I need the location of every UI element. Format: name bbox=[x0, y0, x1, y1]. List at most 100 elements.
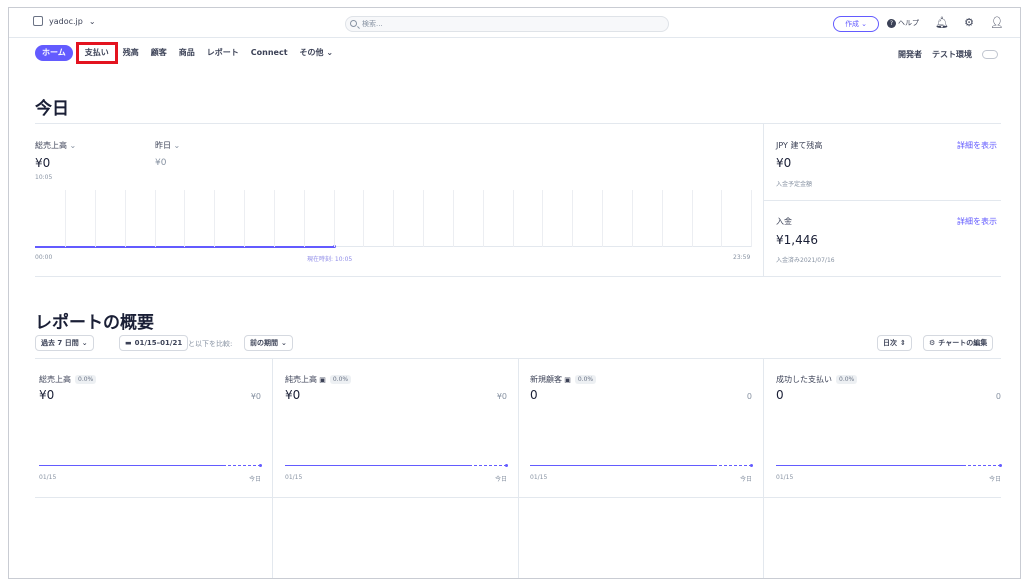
gear-icon[interactable]: ⚙ bbox=[963, 17, 975, 29]
range-select[interactable]: 過去 7 日間 ⌄ bbox=[35, 335, 94, 351]
card-start-date: 01/15 bbox=[776, 474, 794, 481]
divider bbox=[35, 276, 1001, 277]
interval-label: 日次 bbox=[883, 339, 897, 347]
chevron-down-icon: ⌄ bbox=[81, 339, 88, 347]
nav-home[interactable]: ホーム bbox=[35, 45, 73, 61]
nav-payments[interactable]: 支払い bbox=[75, 42, 118, 64]
nav-connect[interactable]: Connect bbox=[245, 45, 294, 61]
card-label-text: 総売上高 bbox=[39, 375, 71, 384]
payout-label: 入金 bbox=[776, 217, 792, 226]
card-label[interactable]: 総売上高 0.0% bbox=[39, 374, 97, 385]
gridline bbox=[692, 190, 693, 247]
card-label[interactable]: 成功した支払い 0.0% bbox=[776, 374, 858, 385]
user-icon[interactable]: 👤︎ bbox=[990, 17, 1004, 29]
change-chip: 0.0% bbox=[75, 375, 97, 384]
card-series-projection bbox=[714, 465, 752, 466]
main-nav: ホーム 支払い 残高 顧客 商品 レポート Connect その他 ⌄ 開発者 … bbox=[9, 39, 1020, 67]
card-start-date: 01/15 bbox=[285, 474, 303, 481]
yesterday-selector[interactable]: 昨日 ⌄ bbox=[155, 140, 180, 151]
card-series-line bbox=[530, 465, 714, 466]
card-series-end-point bbox=[999, 464, 1002, 467]
balance-details-link[interactable]: 詳細を表示 bbox=[957, 140, 997, 151]
card-series-projection bbox=[963, 465, 1001, 466]
gridline bbox=[334, 190, 335, 247]
yesterday-label: 昨日 bbox=[155, 141, 171, 150]
info-icon: ▣ bbox=[562, 376, 571, 384]
compare-label: 前の期間 bbox=[250, 339, 278, 347]
help-label: ヘルプ bbox=[898, 19, 919, 27]
gridline bbox=[393, 190, 394, 247]
card-series-projection bbox=[469, 465, 507, 466]
chevron-down-icon: ⌄ bbox=[88, 16, 96, 26]
card-value: 0 bbox=[530, 388, 538, 402]
range-label: 過去 7 日間 bbox=[41, 339, 79, 347]
gridline bbox=[662, 190, 663, 247]
developers-link[interactable]: 開発者 bbox=[898, 49, 922, 60]
card-value: ¥0 bbox=[39, 388, 55, 402]
gridline bbox=[513, 190, 514, 247]
divider bbox=[764, 200, 1001, 201]
gridline bbox=[244, 190, 245, 247]
gridline bbox=[95, 190, 96, 247]
nav-products[interactable]: 商品 bbox=[173, 45, 201, 61]
card-series-end-point bbox=[750, 464, 753, 467]
nav-balances[interactable]: 残高 bbox=[117, 45, 145, 61]
change-chip: 0.0% bbox=[836, 375, 858, 384]
card-value: ¥0 bbox=[285, 388, 301, 402]
axis-now: 現在時刻: 10:05 bbox=[307, 256, 353, 263]
test-mode-toggle[interactable] bbox=[982, 50, 998, 59]
interval-select[interactable]: 日次 ⇕ bbox=[877, 335, 912, 351]
gross-volume-selector[interactable]: 総売上高 ⌄ bbox=[35, 140, 76, 151]
gridline bbox=[572, 190, 573, 247]
search-input[interactable]: 検索... bbox=[345, 16, 669, 32]
bell-icon[interactable]: 🔔︎ bbox=[935, 17, 949, 29]
gridline bbox=[751, 190, 752, 247]
card-end-date: 今日 bbox=[495, 476, 508, 483]
compare-select[interactable]: 前の期間 ⌄ bbox=[244, 335, 293, 351]
axis-start: 00:00 bbox=[35, 254, 53, 261]
card-label[interactable]: 新規顧客 ▣ 0.0% bbox=[530, 374, 597, 385]
gridline bbox=[304, 190, 305, 247]
card-start-date: 01/15 bbox=[39, 474, 57, 481]
card-series-end-point bbox=[505, 464, 508, 467]
date-range-button[interactable]: ▬ 01/15–01/21 bbox=[119, 335, 189, 351]
gross-volume-label: 総売上高 bbox=[35, 141, 67, 150]
chevron-down-icon: ⌄ bbox=[326, 48, 334, 57]
create-button[interactable]: 作成 ⌄ bbox=[833, 16, 879, 32]
account-switcher[interactable]: yadoc.jp ⌄ bbox=[33, 16, 96, 26]
help-icon: ? bbox=[887, 18, 896, 28]
card-start-date: 01/15 bbox=[530, 474, 548, 481]
test-mode-label: テスト環境 bbox=[932, 50, 972, 59]
nav-more[interactable]: その他 ⌄ bbox=[294, 45, 340, 61]
payout-subtext: 入金済み2021/07/16 bbox=[776, 257, 835, 264]
edit-charts-button[interactable]: ⚙ チャートの編集 bbox=[923, 335, 994, 351]
card-series-line bbox=[776, 465, 963, 466]
card-label[interactable]: 純売上高 ▣ 0.0% bbox=[285, 374, 352, 385]
calendar-icon: ▬ bbox=[125, 339, 132, 347]
gridline bbox=[483, 190, 484, 247]
card-previous-value: ¥0 bbox=[496, 392, 507, 401]
help-button[interactable]: ? ヘルプ bbox=[887, 18, 919, 28]
change-chip: 0.0% bbox=[329, 375, 352, 384]
app-window: yadoc.jp ⌄ 検索... 作成 ⌄ ? ヘルプ 🔔︎ ⚙ 👤︎ ホーム … bbox=[8, 7, 1021, 579]
gross-volume-time: 10:05 bbox=[35, 174, 53, 181]
gridline bbox=[721, 190, 722, 247]
account-name: yadoc.jp bbox=[49, 16, 83, 26]
chevron-down-icon: ⌄ bbox=[173, 141, 181, 150]
today-title: 今日 bbox=[35, 99, 69, 119]
gridline bbox=[65, 190, 66, 247]
divider bbox=[763, 359, 764, 578]
nav-customers[interactable]: 顧客 bbox=[145, 45, 173, 61]
card-end-date: 今日 bbox=[989, 476, 1002, 483]
card-previous-value: 0 bbox=[746, 392, 752, 401]
create-label: 作成 bbox=[845, 20, 860, 28]
nav-reports[interactable]: レポート bbox=[201, 45, 245, 61]
gridline bbox=[363, 190, 364, 247]
gridline bbox=[125, 190, 126, 247]
payout-details-link[interactable]: 詳細を表示 bbox=[957, 216, 997, 227]
card-previous-value: ¥0 bbox=[250, 392, 261, 401]
gridline bbox=[602, 190, 603, 247]
payout-value: ¥1,446 bbox=[776, 233, 818, 247]
card-series-line bbox=[39, 465, 223, 466]
card-label-text: 新規顧客 bbox=[530, 375, 562, 384]
